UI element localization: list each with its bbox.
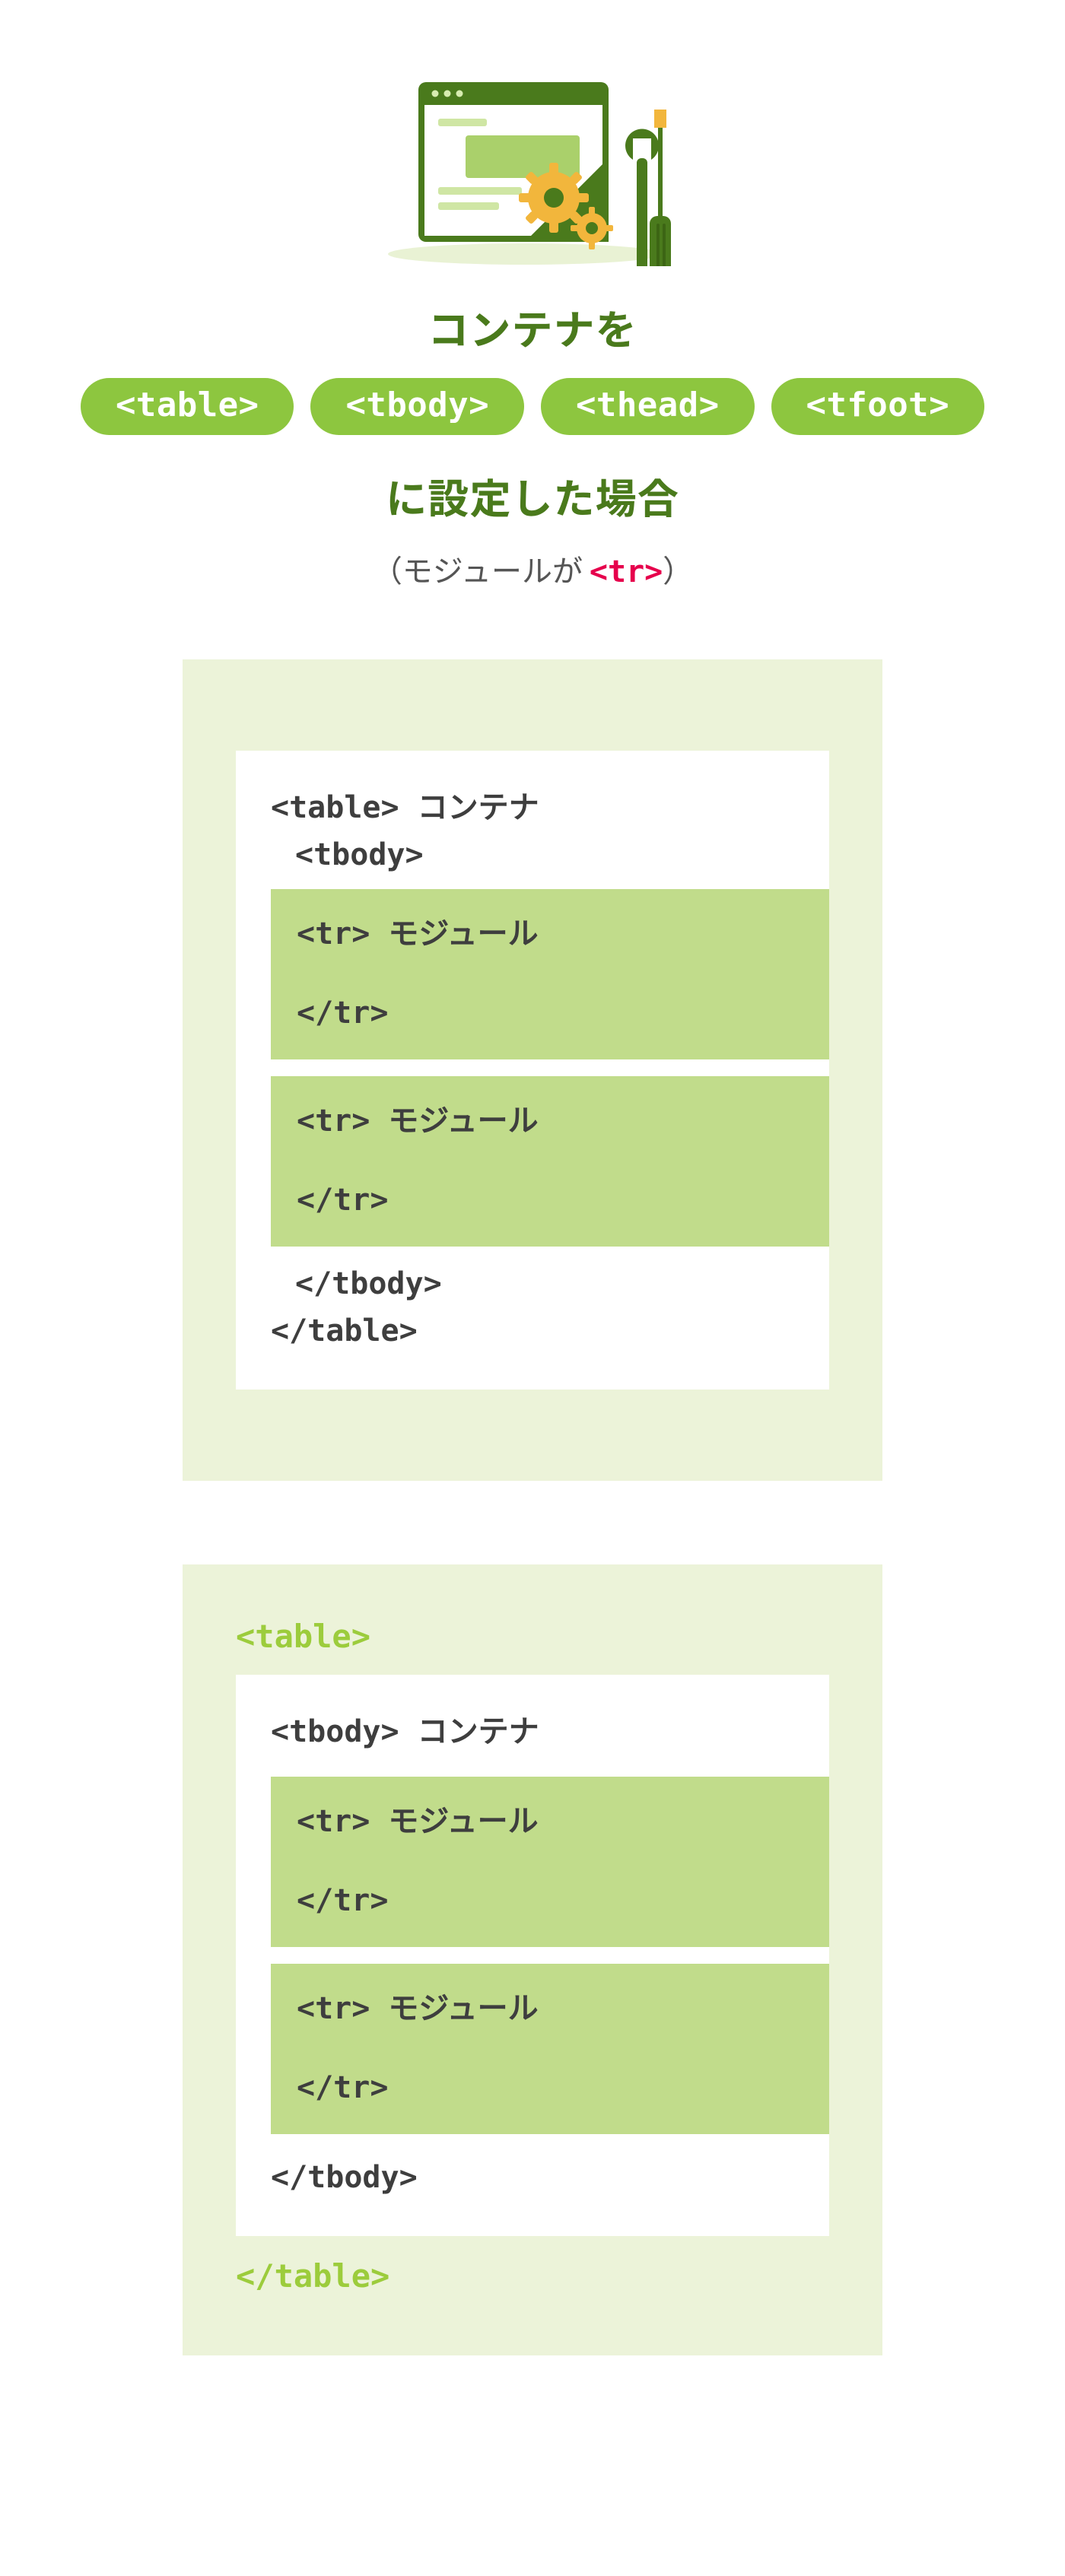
module-row: <tr> モジュール </tr>: [271, 1964, 829, 2134]
tbody-close-tag: </tbody>: [271, 1260, 794, 1307]
module-row: <tr> モジュール </tr>: [271, 1777, 829, 1947]
tr-open: <tr> モジュール: [297, 1798, 803, 1845]
tr-open: <tr> モジュール: [297, 910, 803, 958]
subtitle-suffix: ）: [663, 547, 693, 591]
subtitle-tag: <tr>: [590, 554, 663, 589]
page: コンテナを <table> <tbody> <thead> <tfoot> に設…: [0, 0, 1065, 2447]
heading-line-1: コンテナを: [0, 297, 1065, 357]
tr-open: <tr> モジュール: [297, 1985, 803, 2032]
outer-open-tag: <table>: [236, 1618, 829, 1655]
subtitle-prefix: （モジュールが: [372, 547, 590, 591]
container-box: <table> コンテナ <tbody> <tr> モジュール </tr> <t…: [236, 751, 829, 1390]
diagrams: <table> コンテナ <tbody> <tr> モジュール </tr> <t…: [0, 659, 1065, 2355]
container-open-tag: <table> コンテナ: [271, 784, 794, 831]
tr-close: </tr>: [297, 2064, 803, 2111]
diagram-tbody-container: <table> <tbody> コンテナ <tr> モジュール </tr> <t…: [183, 1564, 882, 2355]
module-row: <tr> モジュール </tr>: [271, 1076, 829, 1247]
container-close-tag: </tbody>: [271, 2154, 794, 2201]
module-stack: <tr> モジュール </tr> <tr> モジュール </tr>: [271, 889, 829, 1247]
tr-open: <tr> モジュール: [297, 1097, 803, 1145]
pill-row: <table> <tbody> <thead> <tfoot>: [0, 378, 1065, 435]
container-open-tag: <tbody> コンテナ: [271, 1708, 794, 1755]
outer-close-tag: </table>: [236, 2257, 829, 2295]
pill-thead: <thead>: [541, 378, 755, 435]
diagram-outer: <table> <tbody> コンテナ <tr> モジュール </tr> <t…: [183, 1564, 882, 2355]
container-box: <tbody> コンテナ <tr> モジュール </tr> <tr> モジュール…: [236, 1675, 829, 2236]
module-stack: <tr> モジュール </tr> <tr> モジュール </tr>: [271, 1777, 829, 2134]
diagram-table-container: <table> コンテナ <tbody> <tr> モジュール </tr> <t…: [183, 659, 882, 1481]
hero-illustration: [373, 68, 692, 266]
pill-table: <table>: [81, 378, 294, 435]
pill-tfoot: <tfoot>: [771, 378, 985, 435]
pill-tbody: <tbody>: [310, 378, 524, 435]
hero: コンテナを <table> <tbody> <thead> <tfoot> に設…: [0, 68, 1065, 591]
diagram-outer: <table> コンテナ <tbody> <tr> モジュール </tr> <t…: [183, 659, 882, 1481]
module-row: <tr> モジュール </tr>: [271, 889, 829, 1059]
tbody-open-tag: <tbody>: [271, 831, 794, 878]
tr-close: </tr>: [297, 1177, 803, 1224]
tr-close: </tr>: [297, 989, 803, 1037]
container-close-tag: </table>: [271, 1307, 794, 1355]
subtitle: （モジュールが <tr>）: [0, 547, 1065, 591]
heading-line-2: に設定した場合: [0, 465, 1065, 526]
tr-close: </tr>: [297, 1877, 803, 1924]
